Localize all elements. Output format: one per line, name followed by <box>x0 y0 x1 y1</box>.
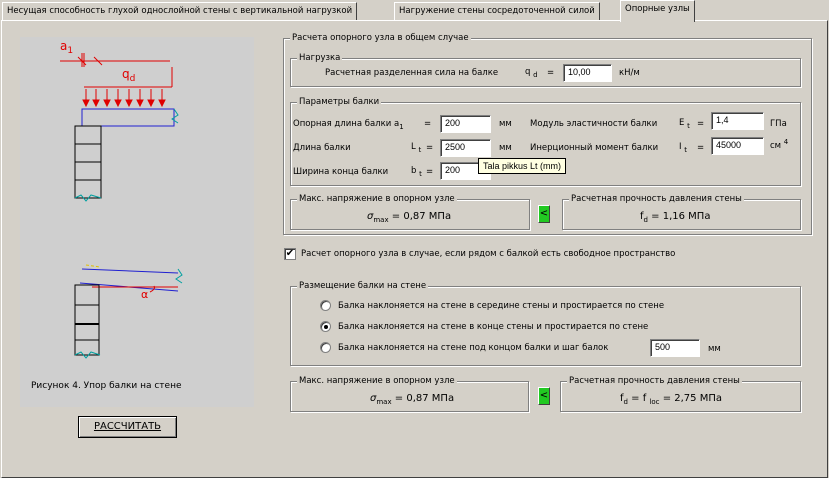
a1-label: a1 <box>60 39 74 56</box>
qd-label: qd <box>122 67 136 84</box>
free-space-checkbox[interactable]: ✔ <box>284 248 296 260</box>
load-symbol: q d <box>525 67 538 79</box>
modulus-input[interactable]: 1,4 <box>711 112 764 130</box>
inertia-eq: = <box>697 143 705 153</box>
length-input[interactable]: 2500 <box>440 139 491 157</box>
placement-option-spacing-radio[interactable] <box>320 342 331 353</box>
selected-dot <box>324 325 328 329</box>
length-eq: = <box>426 143 434 153</box>
load-input[interactable]: 10,00 <box>563 64 612 82</box>
figure-caption: Рисунок 4. Упор балки на стене <box>31 381 182 391</box>
max-stress-title: Макс. напряжение в опорном узле <box>297 194 457 204</box>
support-length-unit: мм <box>499 119 512 129</box>
width-symbol: b t <box>411 166 422 178</box>
modulus-label: Модуль эластичности балки <box>530 119 658 129</box>
placement-option-spacing-label: Балка наклоняется на стене под концом ба… <box>338 343 609 353</box>
length-unit: мм <box>499 143 512 153</box>
inertia-symbol: I t <box>679 142 687 154</box>
width-label: Ширина конца балки <box>293 167 389 177</box>
length-symbol: L t <box>411 142 422 154</box>
placement-title: Размещение балки на стене <box>297 281 429 291</box>
max-stress-value: σmax = 0,87 МПа <box>367 211 452 224</box>
length-label: Длина балки <box>293 143 351 153</box>
support-length-label: Опорная длина балки a1 <box>293 119 404 131</box>
max-stress-free-title: Макс. напряжение в опорном узле <box>297 376 457 386</box>
alpha-label: α <box>141 288 149 301</box>
tab-concentrated-force[interactable]: Нагружение стены сосредоточенной силой <box>394 2 600 21</box>
beam-params-title: Параметры балки <box>297 97 382 107</box>
spacing-unit: мм <box>708 344 721 354</box>
compare-free-indicator: < <box>538 387 550 405</box>
strength-title: Расчетная прочность давления стены <box>569 194 744 204</box>
modulus-symbol: E t <box>679 118 690 130</box>
placement-option-end-radio[interactable] <box>320 321 331 332</box>
load-label: Расчетная разделенная сила на балке <box>325 68 499 78</box>
free-space-label: Расчет опорного узла в случае, если рядо… <box>301 249 676 259</box>
strength-value: fd = 1,16 МПа <box>640 211 711 224</box>
load-eq: = <box>547 68 555 78</box>
support-length-eq: = <box>424 119 432 129</box>
inertia-label: Инерционный момент балки <box>530 143 659 153</box>
strength-free-title: Расчетная прочность давления стены <box>567 376 742 386</box>
strength-free-value: fd = f loc = 2,75 МПа <box>620 393 722 406</box>
max-stress-free-value: σmax = 0,87 МПа <box>370 393 455 406</box>
placement-option-middle-label: Балка наклоняется на стене в середине ст… <box>338 301 665 311</box>
modulus-unit: ГПа <box>770 119 787 129</box>
spacing-input[interactable]: 500 <box>650 339 700 357</box>
modulus-eq: = <box>697 119 705 129</box>
compare-indicator: < <box>538 205 550 223</box>
inertia-input[interactable]: 45000 <box>711 137 764 155</box>
load-unit: кН/м <box>619 68 640 78</box>
tab-support-nodes[interactable]: Опорные узлы <box>620 0 695 22</box>
calculate-button[interactable]: РАССЧИТАТЬ <box>78 416 177 438</box>
beam-support-diagram <box>60 53 183 359</box>
figure-panel: a1 qd α Рисунок 4. Упор балки на стене <box>20 37 254 407</box>
support-length-input[interactable]: 200 <box>440 115 491 133</box>
width-eq: = <box>426 167 434 177</box>
placement-option-middle-radio[interactable] <box>320 300 331 311</box>
general-case-title: Расчета опорного узла в общем случае <box>290 33 471 43</box>
inertia-unit: см 4 <box>770 138 789 151</box>
load-title: Нагрузка <box>297 53 343 63</box>
tab-load-bearing[interactable]: Несущая способность глухой однослойной с… <box>2 2 358 21</box>
placement-option-end-label: Балка наклоняется на стене в конце стены… <box>338 322 649 332</box>
length-tooltip: Tala pikkus Lt (mm) <box>478 158 567 174</box>
